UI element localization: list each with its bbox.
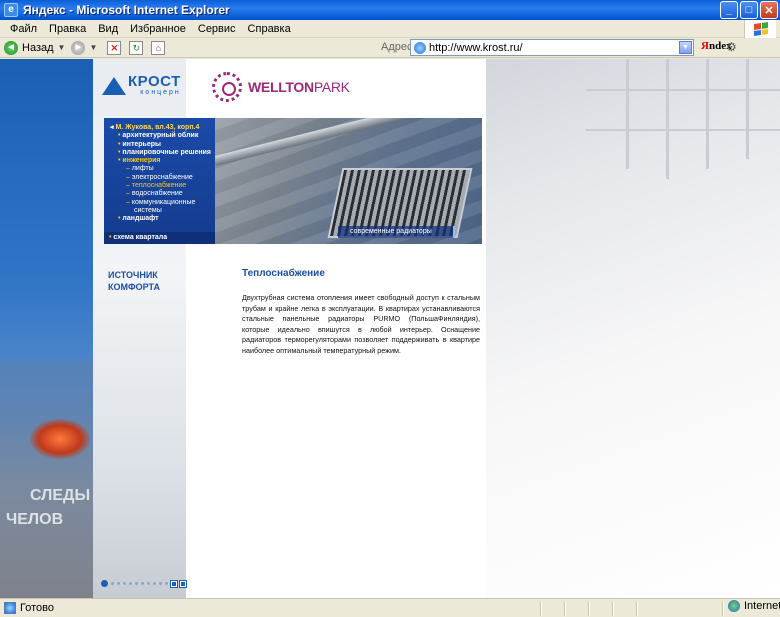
krost-triangle-icon [102, 75, 126, 95]
minimize-button[interactable]: _ [720, 1, 738, 19]
pager-dot[interactable] [135, 582, 138, 585]
page-pager [101, 579, 187, 588]
wellton-emblem-icon [212, 72, 242, 102]
slogan-line-2: КОМФОРТА [108, 282, 160, 292]
forward-button[interactable]: ► [71, 40, 86, 55]
pager-dot[interactable] [141, 582, 144, 585]
internet-globe-icon [728, 600, 740, 612]
krost-logo[interactable]: КРОСТ концерн [102, 74, 181, 96]
refresh-icon[interactable]: ↻ [129, 40, 144, 55]
slogan: ИСТОЧНИК КОМФОРТА [108, 269, 160, 293]
status-text: Готово [20, 602, 54, 614]
pager-dot[interactable] [129, 582, 132, 585]
window-title: Яндекс - Microsoft Internet Explorer [23, 3, 230, 17]
background-atrium-image [486, 59, 780, 598]
nav-item-landscape[interactable]: ландшафт [104, 215, 215, 223]
address-bar[interactable]: http://www.krost.ru/ ▼ [410, 39, 694, 56]
security-zone: Internet [728, 600, 780, 612]
section-nav: М. Жукова, вл.43, корп.4 архитектурный о… [104, 118, 215, 244]
menu-help[interactable]: Справка [242, 23, 297, 35]
pager-dot[interactable] [111, 582, 114, 585]
nav-item-communications-cont[interactable]: системы [104, 207, 215, 215]
nav-item-interiors[interactable]: интерьеры [104, 141, 215, 149]
back-label: Назад [22, 41, 54, 54]
wellton-park: PARK [313, 79, 350, 95]
nav-item-electricity[interactable]: электроснабжение [104, 174, 215, 182]
menu-tools[interactable]: Сервис [192, 23, 242, 35]
decor-text-1: СЛЕДЫ [30, 487, 91, 504]
address-dropdown-icon[interactable]: ▼ [679, 41, 692, 54]
wellton-name: WELLTON [248, 79, 314, 95]
pager-dot[interactable] [123, 582, 126, 585]
zone-label: Internet [744, 600, 780, 612]
nav-item-water[interactable]: водоснабжение [104, 190, 215, 198]
content-paragraph: Двухтрубная система отопления имеет своб… [242, 293, 480, 355]
pager-dot[interactable] [153, 582, 156, 585]
status-bar: Готово [0, 598, 780, 617]
menu-view[interactable]: Вид [92, 23, 124, 35]
tools-gear-icon[interactable]: ⚙ [726, 40, 737, 54]
stop-icon[interactable]: ✕ [107, 40, 122, 55]
window-controls: _ □ ✕ [720, 1, 778, 19]
decor-text-2: ЧЕЛОВ [6, 511, 64, 528]
close-button[interactable]: ✕ [760, 1, 778, 19]
maximize-button[interactable]: □ [740, 1, 758, 19]
nav-item-architecture[interactable]: архитектурный облик [104, 132, 215, 140]
page-done-icon [4, 602, 16, 614]
back-dropdown-icon[interactable]: ▼ [58, 43, 66, 52]
wellton-park-logo[interactable]: WELLTONPARK [212, 72, 350, 102]
pager-dot[interactable] [117, 582, 120, 585]
address-url[interactable]: http://www.krost.ru/ [429, 42, 523, 54]
photo-caption: современные радиаторы [338, 226, 455, 238]
pager-dot[interactable] [147, 582, 150, 585]
pager-next-square[interactable] [179, 579, 187, 588]
nav-item-communications[interactable]: коммуникационные [104, 199, 215, 207]
nav-item-layouts[interactable]: планировочные решения [104, 149, 215, 157]
pager-dot-active[interactable] [101, 580, 108, 587]
home-icon[interactable]: ⌂ [151, 40, 166, 55]
windows-flag-icon [744, 20, 776, 38]
ie-icon: e [4, 3, 18, 17]
back-button[interactable]: ◄ Назад [4, 40, 54, 55]
nav-quarter-map-link[interactable]: схема квартала [104, 232, 215, 244]
slogan-line-1: ИСТОЧНИК [108, 270, 158, 280]
pager-prev-square[interactable] [170, 579, 178, 588]
menu-bar: Файл Правка Вид Избранное Сервис Справка [0, 20, 780, 38]
menu-edit[interactable]: Правка [43, 23, 92, 35]
pager-dot[interactable] [159, 582, 162, 585]
title-bar: e Яндекс - Microsoft Internet Explorer _… [0, 0, 780, 20]
back-arrow-icon: ◄ [4, 40, 18, 55]
page-title: Теплоснабжение [242, 268, 325, 279]
menu-file[interactable]: Файл [4, 23, 43, 35]
pager-dot[interactable] [165, 582, 168, 585]
page-icon [414, 41, 426, 54]
krost-name: КРОСТ [128, 73, 181, 90]
menu-favorites[interactable]: Избранное [124, 23, 192, 35]
nav-item-engineering[interactable]: инженерия [104, 157, 215, 165]
left-decor-strip: СЛЕДЫ ЧЕЛОВ [0, 59, 93, 598]
krost-subtitle: концерн [140, 89, 181, 96]
forward-dropdown-icon[interactable]: ▼ [89, 43, 97, 52]
nav-item-elevators[interactable]: лифты [104, 165, 215, 173]
